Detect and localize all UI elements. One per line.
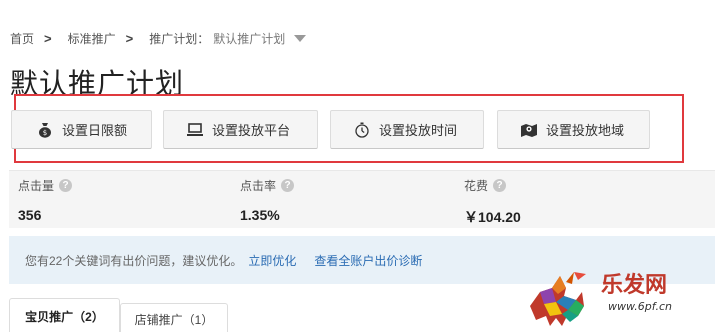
help-icon[interactable]: ?: [281, 179, 295, 192]
stat-ctr: 点击率 ? 1.35%: [240, 177, 295, 223]
computer-icon: [186, 121, 204, 139]
breadcrumb-plan-value[interactable]: 默认推广计划: [213, 30, 285, 47]
tab-item-promotion[interactable]: 宝贝推广（2）: [9, 298, 120, 332]
svg-text:www.6pf.cn: www.6pf.cn: [608, 300, 672, 313]
stat-ctr-value: 1.35%: [240, 207, 280, 223]
set-daily-limit-label: 设置日限额: [62, 123, 128, 138]
chevron-right-icon: >: [125, 31, 134, 46]
set-daily-limit-button[interactable]: $ 设置日限额: [11, 110, 152, 149]
stat-clicks-value: 356: [18, 207, 42, 223]
svg-text:乐发网: 乐发网: [601, 272, 667, 298]
svg-text:$: $: [43, 129, 47, 137]
set-platform-label: 设置投放平台: [212, 123, 291, 138]
map-pin-icon: [520, 121, 538, 139]
stat-clicks: 点击量 ? 356: [18, 177, 73, 223]
caret-down-icon[interactable]: [294, 35, 307, 42]
money-bag-icon: $: [36, 121, 54, 139]
help-icon[interactable]: ?: [59, 179, 73, 192]
set-region-label: 设置投放地域: [546, 123, 625, 138]
set-platform-button[interactable]: 设置投放平台: [163, 110, 318, 149]
watermark-logo: 乐发网 www.6pf.cn: [522, 262, 715, 332]
stat-cost-value: ￥104.20: [464, 209, 521, 225]
breadcrumb: 首页 > 标准推广 > 推广计划： 默认推广计划: [10, 30, 307, 47]
stat-cost: 花费 ? ￥104.20: [464, 177, 521, 227]
breadcrumb-standard-link[interactable]: 标准推广: [68, 30, 116, 47]
breadcrumb-home-link[interactable]: 首页: [10, 30, 34, 47]
chevron-right-icon: >: [44, 31, 52, 46]
help-icon[interactable]: ?: [493, 179, 507, 192]
set-region-button[interactable]: 设置投放地域: [497, 110, 650, 149]
bull-logo-icon: 乐发网 www.6pf.cn: [530, 272, 672, 326]
set-schedule-label: 设置投放时间: [379, 123, 458, 138]
stats-bar: 点击量 ? 356 点击率 ? 1.35% 花费 ? ￥104.20: [9, 170, 715, 228]
stat-clicks-label: 点击量: [18, 179, 55, 193]
bid-notice-message: 您有22个关键词有出价问题，建议优化。: [25, 253, 243, 268]
breadcrumb-plan-label: 推广计划：: [149, 32, 210, 46]
set-schedule-button[interactable]: 设置投放时间: [330, 110, 484, 149]
stopwatch-icon: [353, 121, 371, 139]
tab-shop-promotion[interactable]: 店铺推广（1）: [120, 303, 228, 332]
stat-ctr-label: 点击率: [240, 179, 277, 193]
optimize-now-link[interactable]: 立即优化: [248, 252, 296, 269]
bid-diagnosis-link[interactable]: 查看全账户出价诊断: [314, 252, 422, 269]
stat-cost-label: 花费: [464, 179, 489, 193]
